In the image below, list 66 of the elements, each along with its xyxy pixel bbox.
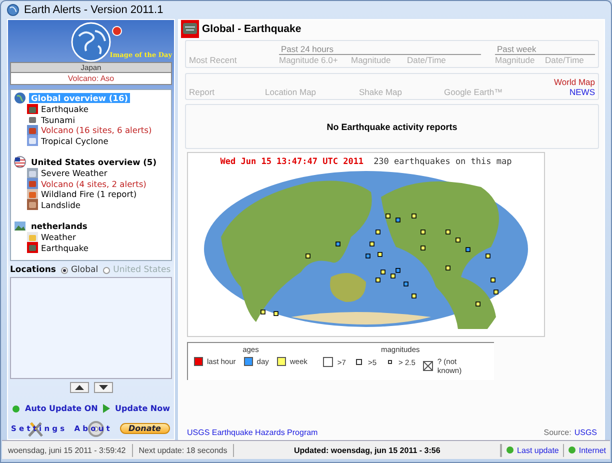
thumbnail-icon [27,199,38,210]
tree-item[interactable]: Volcano (16 sites, 6 alerts) [41,125,152,136]
play-icon [103,404,110,413]
message-panel: No Earthquake activity reports [185,104,599,149]
tree-item[interactable]: Earthquake [41,242,88,253]
magnitude-symbol-icon [323,357,334,367]
locations-label: Locations [10,265,56,275]
tree-item[interactable]: Tsunami [41,114,76,125]
column-header: Magnitude [495,55,536,65]
tree-item[interactable]: Volcano (4 sites, 2 alerts) [41,178,146,189]
scroll-up-button[interactable] [70,382,88,393]
image-subject: Volcano: Aso [10,73,172,85]
tree-item[interactable]: Wildland Fire (1 report) [41,189,137,200]
donate-button[interactable]: Donate [120,423,170,434]
globe-icon [70,22,112,62]
thumbnail-icon [27,168,38,179]
auto-update-toggle[interactable]: Auto Update ON [25,404,98,413]
globe-icon [14,92,26,104]
app-icon [7,4,19,16]
thumbnail-icon [27,232,38,243]
down-arrow-icon [98,385,108,390]
magnitude-symbol-icon [354,357,364,367]
landscape-icon [14,220,26,232]
column-header: Date/Time [407,55,447,65]
source-link[interactable]: USGS [574,428,597,437]
tree-item[interactable]: Severe Weather [41,168,108,178]
thumbnail-icon [27,124,38,136]
status-clock: woensdag, juni 15 2011 - 3:59:42 [2,444,133,456]
source-label: Source: [544,428,572,437]
thumbnail-icon [27,104,38,115]
thumbnail-icon [27,114,38,126]
tree-item[interactable]: Weather [41,232,76,242]
column-group-header: Past 24 hours [279,44,481,55]
column-header: Magnitude 6.0+ [279,55,339,65]
thumbnail-icon [27,135,38,146]
column-header: Most Recent [189,55,238,65]
up-arrow-icon [74,385,84,390]
earthquake-icon [181,20,199,38]
next-update-status: Next update: 18 seconds [132,444,234,456]
tree-item[interactable]: Landslide [41,200,81,210]
panel-title: Global - Earthquake [202,23,302,35]
program-link[interactable]: USGS Earthquake Hazards Program [187,428,318,437]
map-timestamp: Wed Jun 15 13:47:47 UTC 2011 [220,157,364,167]
tree-group-item[interactable]: United States overview (5) [29,157,158,167]
updated-status: Updated: woensdag, jun 15 2011 - 3:56 [234,444,502,456]
notification-dot-icon [112,26,122,36]
status-indicator: Internet [578,446,606,454]
scroll-down-button[interactable] [94,382,112,393]
flag-icon [14,156,26,168]
radio-option[interactable]: Global [60,265,98,275]
thumbnail-icon [27,242,38,254]
status-indicator: Last update [517,446,559,454]
column-group-header: Past week [495,44,595,55]
earthquake-count: 230 earthquakes on this map [374,157,512,167]
news-link[interactable]: NEWS [554,87,595,97]
tree-item[interactable]: Tropical Cyclone [41,136,108,146]
column-header: Date/Time [545,55,585,65]
column-header: Magnitude [351,55,392,65]
tree-item[interactable]: Earthquake [41,104,88,114]
tree-group-item[interactable]: netherlands [29,221,90,231]
thumbnail-icon [27,188,38,200]
thumbnail-icon [27,178,38,190]
update-now-link[interactable]: Update Now [115,404,170,413]
window-title: Earth Alerts - Version 2011.1 [24,4,164,16]
world-map-link[interactable]: World Map [554,77,595,87]
magnitude-symbol-icon [423,361,434,371]
